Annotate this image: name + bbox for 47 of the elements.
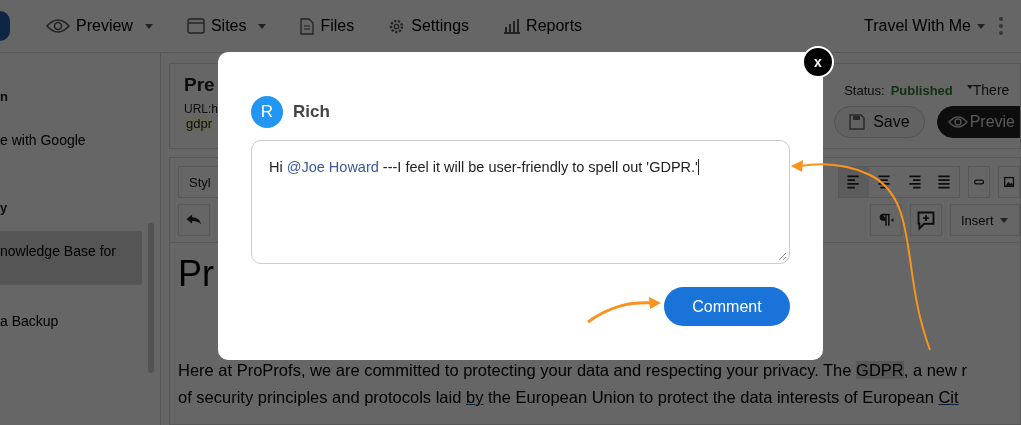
site-menu[interactable]: Travel With Me: [864, 17, 985, 35]
nav-tab[interactable]: Sites: [186, 17, 267, 35]
sidebar-item[interactable]: e with Google: [0, 120, 142, 174]
window-icon: [186, 18, 205, 34]
tag[interactable]: gdpr: [184, 116, 215, 131]
nav-tab[interactable]: Settings: [388, 17, 470, 35]
caret-icon: [999, 217, 1008, 223]
author-name: Rich: [293, 102, 330, 122]
nav-tab[interactable]: Files: [300, 17, 355, 35]
save-icon: [849, 114, 866, 130]
close-button[interactable]: x: [802, 46, 834, 78]
bar-chart-icon: [503, 18, 521, 34]
logo-icon[interactable]: [0, 11, 10, 41]
section-heading: y: [0, 200, 9, 215]
eye-icon: [46, 18, 70, 34]
comment-text: Hi @Joe Howard ---I feel it will be user-friendly to spell out 'GDPR.': [269, 159, 699, 175]
image-icon[interactable]: [997, 166, 1020, 198]
settings-icon: [388, 17, 406, 35]
eye-icon: [947, 115, 968, 129]
paragraph-icon[interactable]: [870, 204, 902, 236]
more-icon[interactable]: [999, 17, 1003, 35]
comment-button[interactable]: Comment: [664, 287, 790, 326]
avatar: R: [251, 96, 283, 128]
article-text: Here at ProProfs, we are committed to protecting your data and respecting your privacy. The GDPR, a new r: [178, 360, 968, 381]
sidebar-item[interactable]: a Backup: [0, 301, 142, 355]
section-heading: n: [0, 89, 9, 104]
article-heading: Pr: [178, 253, 214, 295]
save-button[interactable]: Save: [834, 106, 925, 138]
nav-tab[interactable]: Preview: [46, 17, 153, 35]
file-icon: [300, 17, 315, 35]
visibility-menu[interactable]: There: [966, 82, 1010, 98]
resize-grip-icon[interactable]: [778, 252, 787, 261]
mention-link[interactable]: @Joe Howard: [286, 159, 379, 175]
status-label: Status:: [844, 82, 885, 98]
sidebar-item[interactable]: nowledge Base for: [0, 231, 142, 285]
link-icon[interactable]: [967, 166, 990, 198]
nav-tab[interactable]: Reports: [503, 17, 583, 35]
article-text: of security principles and protocols laid by the European Union to protect the data interests of European Cit: [178, 387, 960, 408]
align-left-icon[interactable]: [838, 167, 869, 197]
undo-icon[interactable]: [178, 204, 210, 236]
preview-button[interactable]: Previe: [936, 106, 1020, 138]
comment-icon[interactable]: [910, 204, 942, 236]
insert-dropdown[interactable]: Insert: [950, 204, 1020, 236]
page-url: URL:h: [184, 102, 218, 116]
comment-field[interactable]: Hi @Joe Howard ---I feel it will be user-friendly to spell out 'GDPR.': [251, 140, 790, 264]
page-title: Pre: [184, 74, 215, 96]
status-value: Published: [890, 82, 953, 98]
